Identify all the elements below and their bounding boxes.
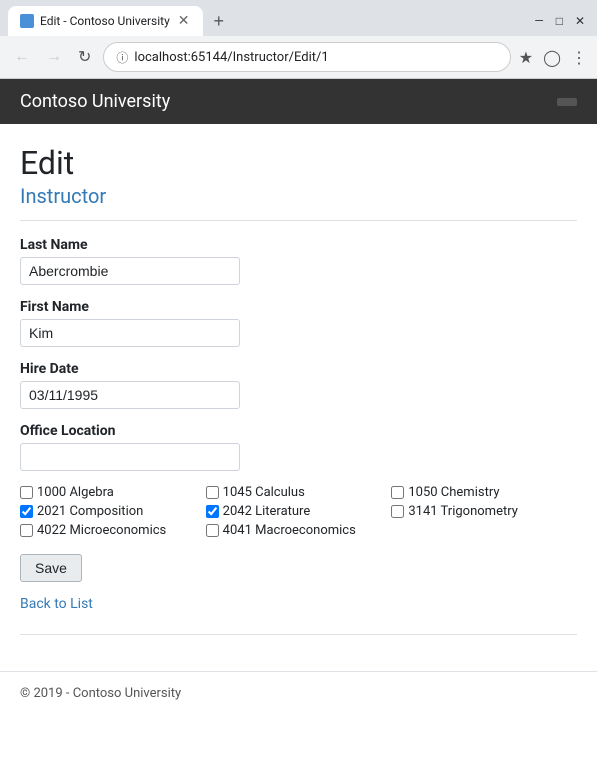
first-name-input[interactable] (20, 319, 240, 347)
divider-top (20, 220, 577, 221)
list-item: 1050 Chemistry (391, 485, 577, 500)
save-button[interactable]: Save (20, 554, 82, 582)
divider-bottom (20, 634, 577, 635)
menu-icon[interactable]: ⋮ (571, 48, 587, 67)
new-tab-button[interactable]: + (207, 11, 230, 32)
first-name-group: First Name (20, 299, 577, 347)
forward-nav-button[interactable]: → (42, 46, 66, 68)
office-location-group: Office Location (20, 423, 577, 471)
minimize-button[interactable]: — (534, 14, 543, 28)
hire-date-group: Hire Date (20, 361, 577, 409)
back-nav-button[interactable]: ← (10, 46, 34, 68)
course-checkbox-3141[interactable] (391, 505, 404, 518)
back-to-list-link[interactable]: Back to List (20, 596, 93, 612)
address-bar: ← → ↻ ⓘ localhost:65144/Instructor/Edit/… (0, 36, 597, 78)
url-text: localhost:65144/Instructor/Edit/1 (134, 50, 497, 65)
list-item: 3141 Trigonometry (391, 504, 577, 519)
window-controls: — □ ✕ (534, 14, 589, 28)
course-label-1045: 1045 Calculus (223, 485, 305, 500)
course-label-4041: 4041 Macroeconomics (223, 523, 356, 538)
active-tab[interactable]: Edit - Contoso University ✕ (8, 6, 203, 36)
page-subtitle: Instructor (20, 184, 577, 208)
app-header: Contoso University (0, 79, 597, 124)
course-checkbox-4022[interactable] (20, 524, 33, 537)
last-name-label: Last Name (20, 237, 577, 253)
tab-title: Edit - Contoso University (40, 14, 170, 28)
hire-date-label: Hire Date (20, 361, 577, 377)
browser-chrome: Edit - Contoso University ✕ + — □ ✕ ← → … (0, 0, 597, 79)
refresh-button[interactable]: ↻ (74, 45, 95, 69)
course-label-2021: 2021 Composition (37, 504, 143, 519)
last-name-group: Last Name (20, 237, 577, 285)
page-footer: © 2019 - Contoso University (0, 671, 597, 715)
list-item: 2021 Composition (20, 504, 206, 519)
list-item: 1000 Algebra (20, 485, 206, 500)
course-label-4022: 4022 Microeconomics (37, 523, 166, 538)
course-label-1050: 1050 Chemistry (408, 485, 499, 500)
footer-text: © 2019 - Contoso University (20, 686, 181, 701)
courses-grid: 1000 Algebra 1045 Calculus 1050 Chemistry 2… (20, 485, 577, 538)
restore-button[interactable]: □ (556, 14, 563, 28)
lock-icon: ⓘ (116, 49, 128, 66)
course-checkbox-2042[interactable] (206, 505, 219, 518)
tab-bar: Edit - Contoso University ✕ + — □ ✕ (0, 0, 597, 36)
office-location-input[interactable] (20, 443, 240, 471)
last-name-input[interactable] (20, 257, 240, 285)
course-checkbox-4041[interactable] (206, 524, 219, 537)
page-heading: Edit (20, 144, 577, 182)
list-item: 4041 Macroeconomics (206, 523, 392, 538)
close-window-button[interactable]: ✕ (575, 14, 585, 28)
list-item: 4022 Microeconomics (20, 523, 206, 538)
profile-icon[interactable]: ◯ (543, 48, 561, 67)
list-item: 1045 Calculus (206, 485, 392, 500)
course-label-1000: 1000 Algebra (37, 485, 114, 500)
browser-toolbar-icons: ★ ◯ ⋮ (519, 48, 587, 67)
header-button[interactable] (557, 98, 577, 106)
tab-close-button[interactable]: ✕ (176, 13, 192, 29)
list-item: 2042 Literature (206, 504, 392, 519)
course-checkbox-1045[interactable] (206, 486, 219, 499)
bookmark-icon[interactable]: ★ (519, 48, 533, 67)
tab-favicon (20, 14, 34, 28)
hire-date-input[interactable] (20, 381, 240, 409)
app-name: Contoso University (20, 91, 170, 112)
url-bar[interactable]: ⓘ localhost:65144/Instructor/Edit/1 (103, 42, 510, 72)
course-label-2042: 2042 Literature (223, 504, 311, 519)
page-content: Edit Instructor Last Name First Name Hir… (0, 124, 597, 671)
first-name-label: First Name (20, 299, 577, 315)
course-checkbox-1000[interactable] (20, 486, 33, 499)
course-checkbox-2021[interactable] (20, 505, 33, 518)
course-label-3141: 3141 Trigonometry (408, 504, 518, 519)
course-checkbox-1050[interactable] (391, 486, 404, 499)
office-label: Office Location (20, 423, 577, 439)
